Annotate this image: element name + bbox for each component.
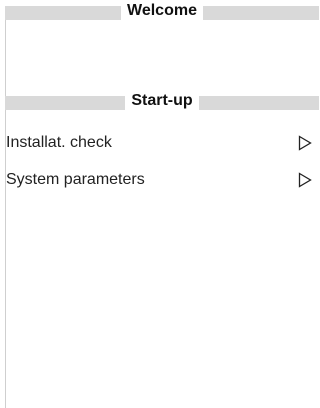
welcome-header-bar: Welcome	[5, 1, 319, 21]
triangle-right-icon	[298, 135, 312, 151]
left-divider	[5, 16, 6, 408]
triangle-right-icon	[298, 172, 312, 188]
menu-item-system-parameters[interactable]: System parameters	[6, 167, 319, 193]
menu-item-label: System parameters	[6, 171, 145, 188]
menu-item-installation-check[interactable]: Installat. check	[6, 130, 319, 156]
welcome-title: Welcome	[121, 1, 203, 21]
startup-title: Start-up	[125, 91, 199, 111]
startup-header-bar: Start-up	[5, 91, 319, 111]
menu-item-label: Installat. check	[6, 134, 112, 151]
